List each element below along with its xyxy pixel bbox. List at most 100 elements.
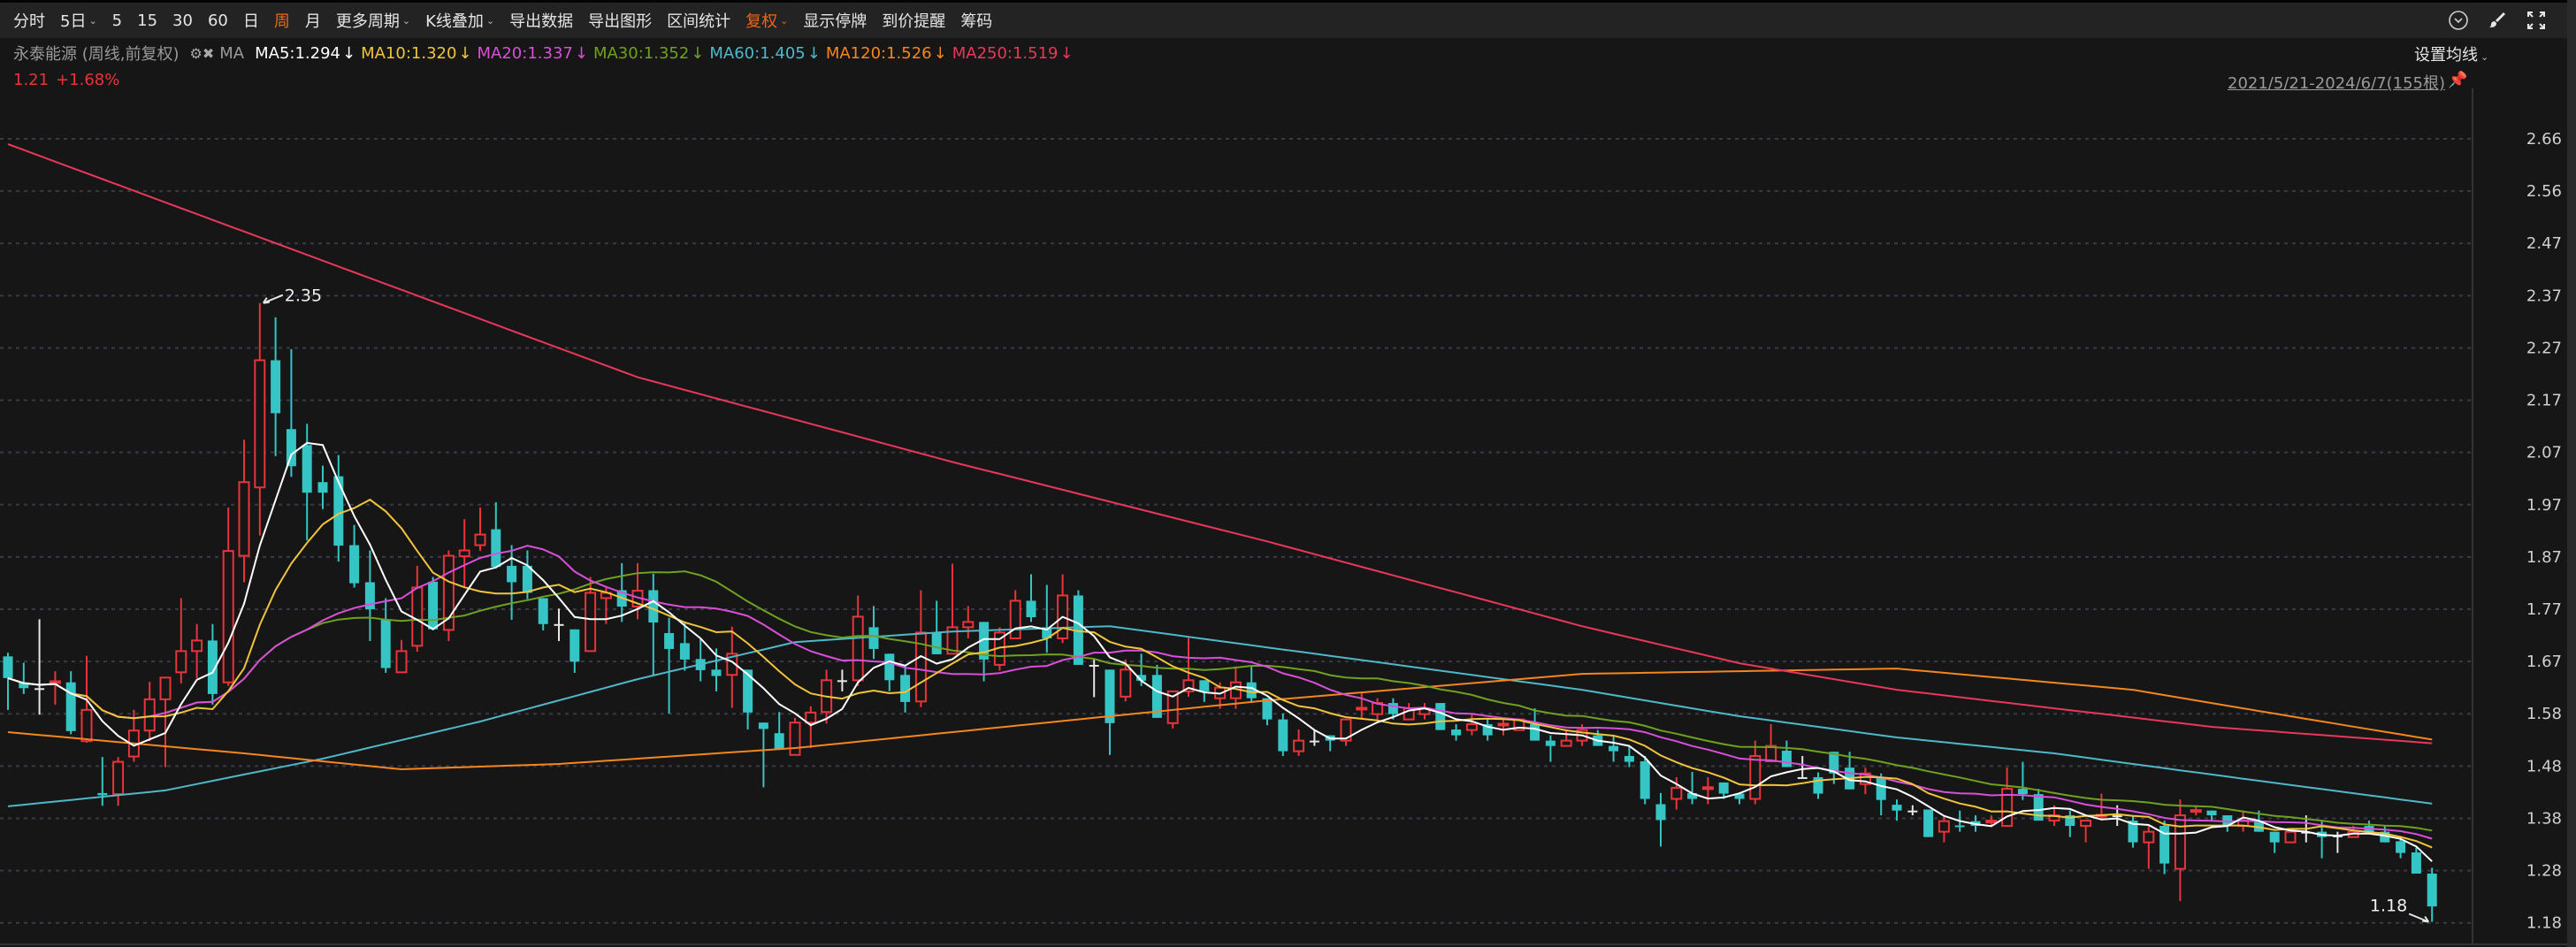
candle[interactable] (914, 590, 927, 707)
candle[interactable] (1418, 703, 1431, 720)
candle[interactable] (97, 757, 108, 806)
candle[interactable] (2159, 821, 2170, 874)
candle[interactable] (1892, 799, 1902, 821)
candle[interactable] (774, 712, 784, 750)
candle[interactable] (789, 717, 801, 756)
candle[interactable] (2080, 820, 2092, 843)
candle[interactable] (1246, 666, 1257, 704)
candle[interactable] (664, 617, 675, 714)
candle[interactable] (1765, 724, 1777, 762)
candle[interactable] (1923, 809, 1934, 837)
candle[interactable] (238, 439, 250, 583)
candle[interactable] (411, 565, 424, 652)
candle[interactable] (1482, 719, 1493, 741)
candle[interactable] (3, 653, 13, 710)
candle[interactable] (442, 550, 455, 641)
candle[interactable] (1497, 719, 1510, 736)
ma-settings-gear-icon[interactable]: ⚙✖ (190, 45, 215, 62)
candle[interactable] (191, 623, 203, 678)
candle[interactable] (884, 653, 895, 691)
candle[interactable] (1797, 755, 1808, 779)
candle[interactable] (1057, 574, 1069, 644)
candle[interactable] (2411, 847, 2421, 874)
candle[interactable] (65, 671, 76, 735)
pin-icon[interactable]: 📌 (2448, 71, 2467, 89)
candle[interactable] (2364, 821, 2374, 832)
candle[interactable] (743, 669, 753, 730)
candle[interactable] (1465, 714, 1478, 736)
candle[interactable] (1042, 584, 1052, 653)
candle[interactable] (569, 629, 580, 673)
candle[interactable] (1278, 714, 1288, 756)
candle[interactable] (1640, 755, 1650, 805)
candle[interactable] (1734, 793, 1745, 805)
candle[interactable] (538, 598, 548, 630)
candle[interactable] (1435, 703, 1446, 730)
candle[interactable] (1372, 698, 1384, 720)
candle[interactable] (1687, 771, 1698, 805)
candle[interactable] (1701, 776, 1714, 805)
candle[interactable] (507, 545, 517, 621)
candle[interactable] (1876, 773, 1886, 816)
candle[interactable] (302, 424, 312, 541)
candle[interactable] (1560, 729, 1572, 747)
candle[interactable] (1451, 724, 1462, 741)
candle[interactable] (1105, 669, 1115, 755)
candle[interactable] (2174, 799, 2186, 902)
candle[interactable] (175, 598, 187, 684)
candle[interactable] (317, 465, 328, 509)
candle[interactable] (333, 454, 344, 562)
candle[interactable] (695, 638, 706, 682)
candle[interactable] (1938, 815, 1950, 843)
candle[interactable] (1609, 735, 1619, 762)
kline-chart[interactable]: 2.66 2.56 2.47 2.37 2.27 2.17 2.07 1.97 1.87 1.77… (0, 0, 2567, 947)
stock-title: 永泰能源 (周线,前复权) (13, 45, 180, 64)
candle[interactable] (286, 348, 296, 477)
candle[interactable] (1907, 805, 1918, 816)
candle-body (395, 650, 408, 674)
date-range-link[interactable]: 2021/5/21-2024/6/7(155根) (2228, 71, 2445, 94)
set-ma-dropdown[interactable]: 设置均线 ⌄ (2414, 42, 2488, 65)
candle[interactable] (222, 507, 234, 686)
candle[interactable] (2269, 831, 2280, 853)
candle[interactable] (428, 577, 439, 630)
candle[interactable] (648, 573, 659, 676)
candle[interactable] (1089, 659, 1099, 698)
candle[interactable] (1593, 729, 1603, 746)
candle[interactable] (1545, 735, 1556, 762)
candle[interactable] (868, 606, 879, 660)
candle[interactable] (474, 507, 486, 552)
candle[interactable] (1813, 772, 1823, 799)
candle[interactable] (1749, 740, 1762, 805)
candle[interactable] (2143, 826, 2155, 869)
candle[interactable] (900, 664, 911, 713)
candle[interactable] (805, 706, 817, 748)
candle[interactable] (2065, 810, 2075, 837)
candle[interactable] (159, 676, 172, 768)
candle[interactable] (34, 619, 45, 715)
candle[interactable] (1026, 574, 1036, 622)
candle[interactable] (491, 501, 501, 569)
candle[interactable] (837, 669, 847, 691)
candle[interactable] (1655, 792, 1666, 847)
candle[interactable] (49, 671, 61, 705)
candle[interactable] (1340, 718, 1352, 746)
candle[interactable] (458, 519, 470, 588)
candle[interactable] (112, 757, 125, 806)
candle[interactable] (254, 302, 266, 536)
candle[interactable] (19, 662, 29, 694)
candle[interactable] (758, 722, 768, 788)
candle[interactable] (2427, 867, 2437, 922)
candle[interactable] (143, 682, 156, 742)
candle[interactable] (364, 550, 375, 641)
candle[interactable] (962, 606, 975, 638)
candle[interactable] (2284, 830, 2297, 844)
candle[interactable] (1262, 698, 1273, 726)
candle[interactable] (349, 524, 360, 588)
candle[interactable] (271, 317, 281, 456)
candle[interactable] (726, 626, 738, 708)
candle[interactable] (2128, 815, 2138, 848)
candle[interactable] (554, 608, 564, 641)
candle[interactable] (395, 639, 408, 674)
candle[interactable] (1293, 729, 1305, 756)
